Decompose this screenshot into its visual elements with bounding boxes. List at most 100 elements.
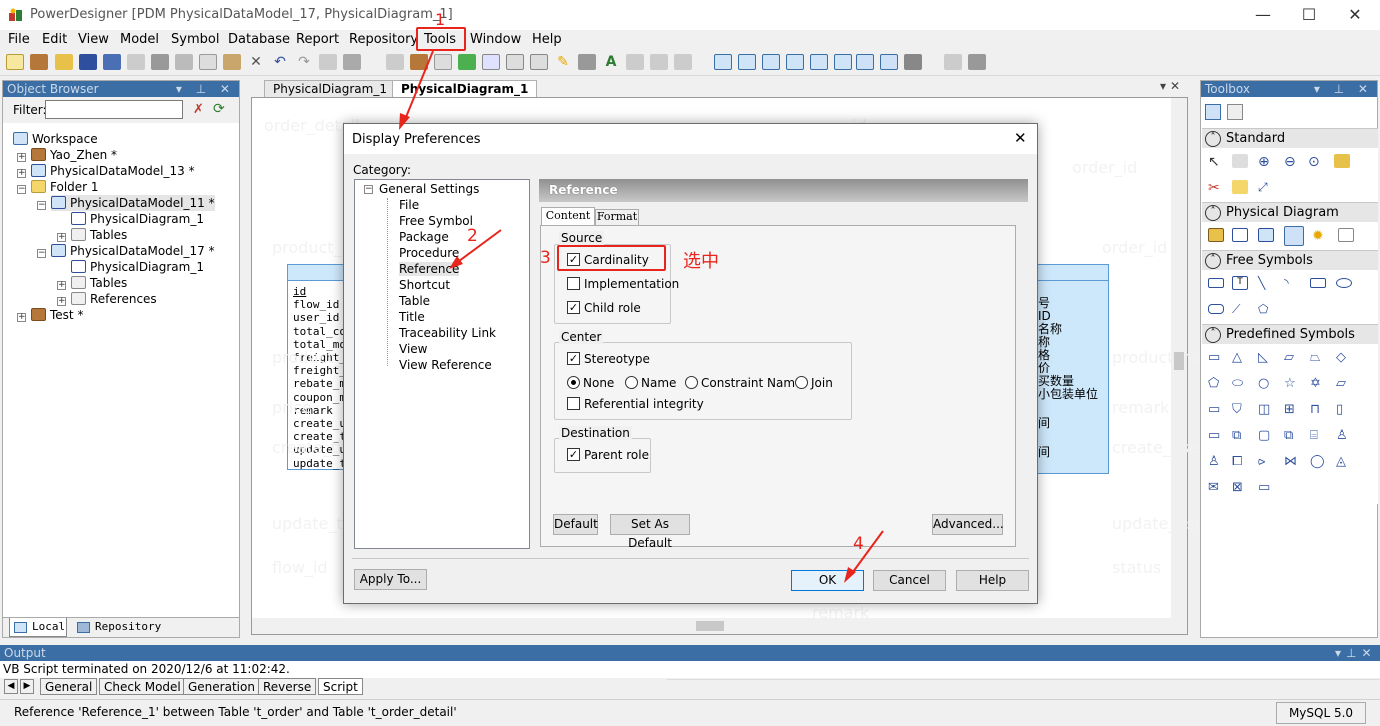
category-title[interactable]: Title [399,310,425,324]
output-tab-generation[interactable]: Generation [183,678,260,695]
paste-icon[interactable] [223,54,241,70]
copy-icon[interactable] [199,54,217,70]
flame-tool-icon[interactable]: ◬ [1336,454,1352,469]
dialog-close-button[interactable]: ✕ [1014,129,1027,147]
tape-tool-icon[interactable]: ▱ [1336,376,1352,391]
zoom-out-icon[interactable]: ⊖ [1284,154,1300,170]
tree-folder-1[interactable]: Folder 1 [31,179,99,195]
expand-toggle[interactable]: + [17,153,26,162]
tree-references-17[interactable]: References [71,291,157,307]
tree-pdm-17[interactable]: PhysicalDataModel_17 * [51,243,215,259]
menu-model[interactable]: Model [120,32,159,47]
link-tool-icon[interactable]: ⤢ [1258,180,1274,194]
tree-pdm-13[interactable]: PhysicalDataModel_13 * [31,163,195,179]
output-tab-check-model[interactable]: Check Model [99,678,186,695]
find-icon[interactable] [343,54,361,70]
view-tool-icon[interactable] [1258,228,1274,242]
tree-diagram-17[interactable]: PhysicalDiagram_1 [71,259,204,275]
diagram-view-4-icon[interactable] [786,54,804,70]
impact-icon[interactable] [506,54,524,70]
tab-content[interactable]: Content [541,207,595,225]
category-table[interactable]: Table [399,294,430,308]
parallelogram-tool-icon[interactable]: ▱ [1284,350,1300,365]
refresh-icon[interactable]: ⟳ [213,101,225,117]
menu-symbol[interactable]: Symbol [171,32,219,47]
list-view-icon[interactable] [1227,104,1243,120]
help-button[interactable]: Help [956,570,1029,591]
expand-toggle[interactable]: + [17,313,26,322]
rounded-rect-tool-icon[interactable] [1208,304,1224,314]
collapse-toggle[interactable]: − [17,185,26,194]
parent-role-checkbox[interactable]: ✓ [567,448,580,461]
category-package[interactable]: Package [399,230,449,244]
new-icon[interactable] [6,54,24,70]
toolbox-caption-buttons[interactable]: ▾ ⊥ ✕ [1314,81,1377,97]
menu-view[interactable]: View [78,32,109,47]
ellipse-tool-icon[interactable] [1336,278,1352,288]
open-package-icon[interactable]: ⊙ [1308,154,1324,170]
tab-format[interactable]: Format [595,209,639,225]
toolbox-section-free-symbols[interactable]: ˄ Free Symbols [1202,250,1378,270]
category-shortcut[interactable]: Shortcut [399,278,450,292]
expand-toggle[interactable]: + [57,281,66,290]
save-all-icon[interactable] [103,54,121,70]
menu-repository[interactable]: Repository [349,32,418,47]
minimize-button[interactable]: — [1240,0,1286,30]
right-table-symbol[interactable]: 号 ID 名称 称 格 价 买数量 小包装单位 间 间 [1037,264,1109,474]
join-radio[interactable] [795,376,808,389]
align-icon[interactable] [626,54,644,70]
child-role-checkbox[interactable]: ✓ [567,301,580,314]
arc-tool-icon[interactable]: ◝ [1284,276,1300,290]
output-tab-script[interactable]: Script [318,678,363,695]
polyline-tool-icon[interactable]: ⟋ [1232,302,1248,316]
square-tool-icon[interactable]: ▢ [1258,428,1274,443]
output-tab-general[interactable]: General [40,678,98,695]
expand-toggle[interactable]: + [57,233,66,242]
implementation-checkbox[interactable] [567,277,580,290]
stereotype-checkbox[interactable]: ✓ [567,352,580,365]
line-tool-icon[interactable]: ╲ [1258,276,1274,290]
set-as-default-button[interactable]: Set As Default [610,514,690,550]
zoom-in-icon[interactable]: ⊕ [1258,154,1274,170]
category-free-symbol[interactable]: Free Symbol [399,214,473,228]
folder-shape-tool-icon[interactable]: ⊓ [1310,402,1326,417]
flag-tool-icon[interactable]: ▭ [1258,480,1274,495]
collapse-toggle[interactable]: − [364,185,373,194]
referential-integrity-checkbox[interactable] [567,397,580,410]
maximize-button[interactable]: ☐ [1286,0,1332,30]
menu-edit[interactable]: Edit [42,32,67,47]
update-icon[interactable] [458,54,476,70]
result-list-icon[interactable] [904,54,922,70]
large-icons-view-icon[interactable] [1205,104,1221,120]
output-tab-next-icon[interactable]: ▶ [20,679,34,694]
table-tool-icon[interactable] [1232,228,1248,242]
new-model-icon[interactable] [30,54,48,70]
menu-report[interactable]: Report [296,32,339,47]
chevron-tool-icon[interactable]: ⪧ [1258,454,1274,469]
box-tool-icon[interactable]: ⧠ [1232,454,1248,469]
polygon-tool-icon[interactable]: ⬠ [1258,302,1274,316]
diagram-view-1-icon[interactable] [714,54,732,70]
menu-file[interactable]: File [8,32,30,47]
tree-diagram-11[interactable]: PhysicalDiagram_1 [71,211,204,227]
toolbox-section-physical-diagram[interactable]: ˄ Physical Diagram [1202,202,1378,222]
back-icon[interactable] [650,54,668,70]
file-tool-icon[interactable] [1338,228,1354,242]
shape-tool-icon[interactable]: ▭ [1208,350,1224,365]
diagram-view-6-icon[interactable] [834,54,852,70]
clear-filter-icon[interactable]: ✗ [193,102,204,117]
box3d-tool-icon[interactable]: ⧉ [1232,428,1248,443]
callout-tool-icon[interactable]: ▭ [1208,428,1224,443]
hexagon-tool-icon[interactable]: ⬭ [1232,376,1248,391]
circle-tool-icon[interactable]: ○ [1258,376,1274,391]
tree-tables-17[interactable]: Tables [71,275,127,291]
close-window-button[interactable]: ✕ [1332,0,1378,30]
output-caption-buttons[interactable]: ▾⊥✕ [1335,645,1377,661]
browser-toggle-icon[interactable] [856,54,874,70]
delete-tool-icon[interactable]: ✂ [1208,180,1224,196]
toolbox-section-predefined-symbols[interactable]: ˄ Predefined Symbols [1202,324,1378,344]
cylinder-tool-icon[interactable]: ⌸ [1310,428,1326,443]
output-tab-prev-icon[interactable]: ◀ [4,679,18,694]
diagram-view-5-icon[interactable] [810,54,828,70]
redo-icon[interactable]: ↷ [295,54,313,70]
